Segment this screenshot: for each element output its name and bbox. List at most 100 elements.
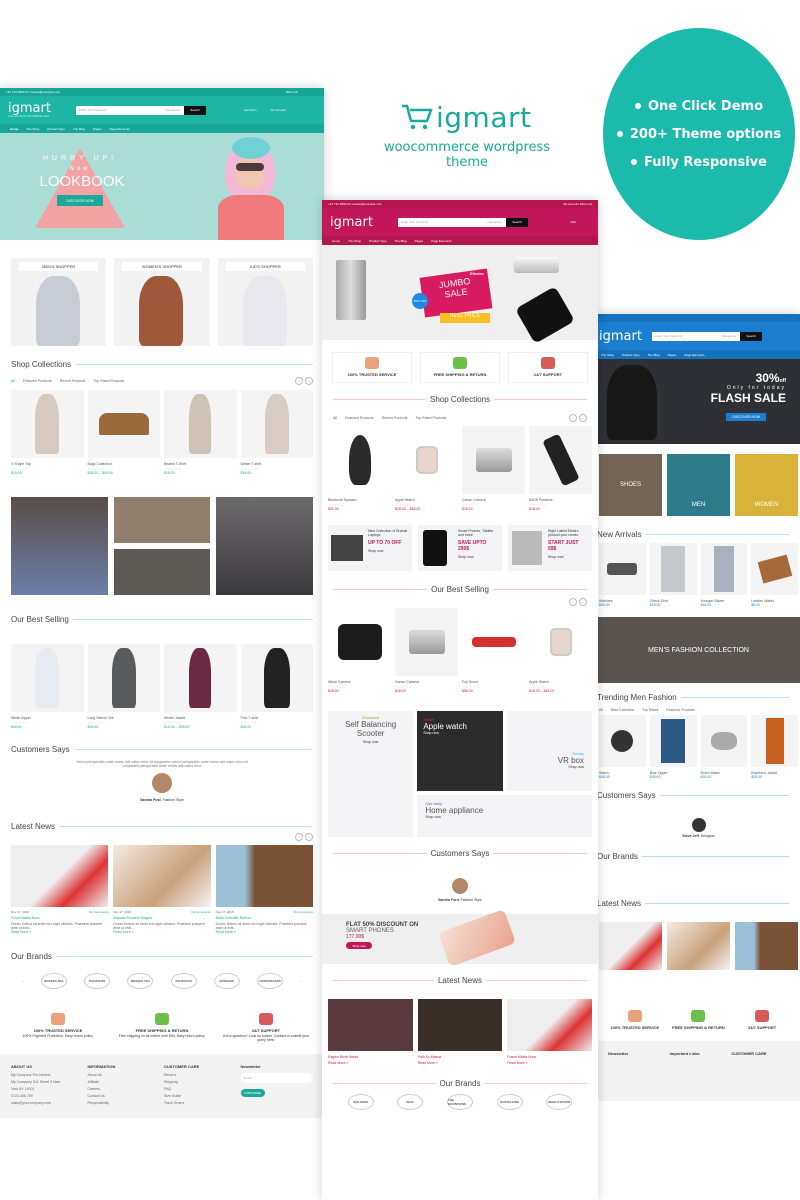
- tab[interactable]: All: [599, 708, 603, 712]
- promo-card[interactable]: Smart Phones, Tablets and more SAVE UPTO …: [418, 525, 502, 571]
- promo-card[interactable]: New Collection of Brands Laptops UP TO 70…: [328, 525, 412, 571]
- brand-logo[interactable]: SEAL: [397, 1094, 424, 1110]
- tab-all[interactable]: All: [333, 416, 337, 420]
- category-select[interactable]: Categories: [487, 220, 502, 224]
- brand-logo[interactable]: CROSSROADS: [257, 973, 284, 989]
- nav-item[interactable]: Pages: [415, 239, 424, 243]
- news-card[interactable]: [735, 922, 798, 970]
- banner-home-appliance[interactable]: Use daily Home appliance Shop now: [417, 795, 592, 837]
- search-input[interactable]: Enter Your Keyword... Categories Search: [652, 331, 762, 341]
- news-card[interactable]: Eaglen Bride Wedd Read More »: [328, 999, 413, 1065]
- next-arrow-icon[interactable]: ›: [579, 414, 587, 422]
- category-tile[interactable]: MEN: [667, 454, 730, 516]
- tab-all[interactable]: All: [11, 379, 15, 383]
- product-card[interactable]: 64GB Pendrive ☆☆☆☆☆ $18.00: [529, 426, 592, 511]
- footer-link[interactable]: Affiliate: [88, 1080, 161, 1084]
- nav-item[interactable]: Page Elements: [110, 127, 130, 131]
- product-card[interactable]: Younger Blazer $18.00: [700, 543, 748, 607]
- product-card[interactable]: Check Shirt $18.00: [649, 543, 697, 607]
- footer-link[interactable]: Contact Us: [88, 1094, 161, 1098]
- tab-featured[interactable]: Featured Products: [345, 416, 374, 420]
- product-card[interactable]: Leather Wallet $5.00: [751, 543, 798, 607]
- tab[interactable]: Featured Products: [666, 708, 695, 712]
- tab-top-rated[interactable]: Top Rated Products: [94, 379, 125, 383]
- brand-logo[interactable]: BOSSES TEA: [127, 973, 154, 989]
- tab-top-rated[interactable]: Top Rated Products: [416, 416, 447, 420]
- product-card[interactable]: Rolex Watch $18.00: [700, 715, 748, 779]
- product-card[interactable]: Apple Watch ☆☆☆☆☆ $18.00 – $45.00: [395, 426, 458, 511]
- shop-now-button[interactable]: Shop now: [346, 942, 372, 949]
- footer-link[interactable]: Responsibility: [88, 1101, 161, 1105]
- product-card[interactable]: Blue Zipper $45.00: [649, 715, 697, 779]
- brand-logo[interactable]: BVERAGE: [213, 973, 240, 989]
- product-card[interactable]: Fuji Drone ☆☆☆☆☆ $56.00: [462, 608, 525, 693]
- product-card[interactable]: Bags Collection ☆☆☆☆☆ $18.00 – $45.00: [87, 390, 160, 475]
- nav-item[interactable]: Home: [10, 127, 18, 131]
- brand-logo[interactable]: PACIFICON: [84, 973, 111, 989]
- nav-item[interactable]: Home: [332, 239, 340, 243]
- product-card[interactable]: Winter T-shirt ☆☆☆☆☆ $18.00: [240, 390, 313, 475]
- nav-item[interactable]: The Blog: [73, 127, 85, 131]
- gallery-image[interactable]: [216, 497, 313, 595]
- banner-vr-box[interactable]: Trendy VR box Shop now: [506, 711, 592, 791]
- brand-logo[interactable]: BEER STATION: [546, 1094, 573, 1110]
- prev-arrow-icon[interactable]: ‹: [295, 833, 303, 841]
- tab[interactable]: Best Collection: [611, 708, 634, 712]
- category-select[interactable]: Categories: [165, 108, 180, 112]
- product-card[interactable]: Beanie T-Shirt ☆☆☆☆☆ $18.00: [164, 390, 237, 475]
- footer-link[interactable]: Careers: [88, 1087, 161, 1091]
- discover-button[interactable]: DISCOVER NOW: [57, 195, 103, 206]
- wishlist-link[interactable]: Wish List: [286, 90, 298, 94]
- tab-featured[interactable]: Featured Products: [23, 379, 52, 383]
- nav-item[interactable]: The Shop: [348, 239, 361, 243]
- banner-scooter[interactable]: Exclusive Self Balancing Scooter Shop now: [328, 711, 414, 837]
- shopper-card-women[interactable]: WOMEN'S SHOPPER: [114, 258, 210, 346]
- footer-link[interactable]: About Us: [88, 1073, 161, 1077]
- product-card[interactable]: V Shape Top ☆☆☆☆☆ $15.00: [11, 390, 84, 475]
- cart-link[interactable]: Cart: [570, 220, 576, 224]
- category-tile[interactable]: WOMEN: [735, 454, 798, 516]
- collection-banner[interactable]: MEN'S FASHION COLLECTION: [597, 617, 800, 683]
- nav-item[interactable]: Page Elements: [684, 353, 704, 357]
- search-button[interactable]: Search: [506, 217, 528, 227]
- nav-item[interactable]: The Shop: [26, 127, 39, 131]
- product-card[interactable]: White Zipper ☆☆☆☆☆ $45.00: [11, 644, 84, 729]
- prev-arrow-icon[interactable]: ‹: [569, 598, 577, 606]
- read-more-link[interactable]: Read More »: [113, 930, 210, 934]
- nav-item[interactable]: The Blog: [648, 353, 660, 357]
- search-button[interactable]: Search: [740, 331, 762, 341]
- prev-arrow-icon[interactable]: ‹: [569, 414, 577, 422]
- promo-card[interactable]: Right Latest Electro product your needs S…: [508, 525, 592, 571]
- brand-logo[interactable]: SCOTCHLINE: [496, 1094, 523, 1110]
- footer-link[interactable]: Size Guide: [164, 1094, 237, 1098]
- news-card[interactable]: Palo Au Massa Read More »: [417, 999, 503, 1065]
- product-card[interactable]: Nikon Camera ☆☆☆☆☆ $18.00: [328, 608, 391, 693]
- product-card[interactable]: Canon Camera ☆☆☆☆☆ $18.00: [462, 426, 525, 511]
- next-arrow-icon[interactable]: ›: [305, 833, 313, 841]
- category-select[interactable]: Categories: [721, 334, 736, 338]
- news-card[interactable]: [599, 922, 662, 970]
- tab-recent[interactable]: Recent Products: [60, 379, 86, 383]
- nav-item[interactable]: Page Elements: [431, 239, 451, 243]
- nav-item[interactable]: The Blog: [395, 239, 407, 243]
- next-arrow-icon[interactable]: ›: [579, 598, 587, 606]
- search-input[interactable]: Enter Your Keyword... Categories Search: [76, 105, 206, 115]
- nav-item[interactable]: Product Type: [622, 353, 640, 357]
- cart-link[interactable]: Cart Item: [244, 108, 256, 112]
- read-more-link[interactable]: Read More »: [216, 930, 313, 934]
- brand-logo[interactable]: WALKERS: [347, 1094, 374, 1110]
- brand-logo[interactable]: PACIFICON: [170, 973, 197, 989]
- product-card[interactable]: Canon Camera ☆☆☆☆☆ $18.00: [395, 608, 458, 693]
- gallery-image[interactable]: [113, 549, 211, 595]
- search-button[interactable]: Search: [184, 105, 206, 115]
- product-card[interactable]: Watch $45.00: [599, 715, 646, 779]
- prev-arrow-icon[interactable]: ‹: [295, 377, 303, 385]
- discover-button[interactable]: DISCOVER NOW: [726, 413, 766, 421]
- nav-item[interactable]: Pages: [93, 127, 102, 131]
- product-card[interactable]: Apple Watch ☆☆☆☆☆ $18.00 – $45.00: [529, 608, 592, 693]
- nav-item[interactable]: Product Type: [47, 127, 65, 131]
- search-input[interactable]: Enter Your Keyword... Categories Search: [398, 217, 528, 227]
- tab-recent[interactable]: Recent Products: [382, 416, 408, 420]
- banner-apple-watch[interactable]: Smart Apple watch Shop now: [417, 711, 503, 791]
- product-card[interactable]: Boyfriend Jacket $25.00: [751, 715, 798, 779]
